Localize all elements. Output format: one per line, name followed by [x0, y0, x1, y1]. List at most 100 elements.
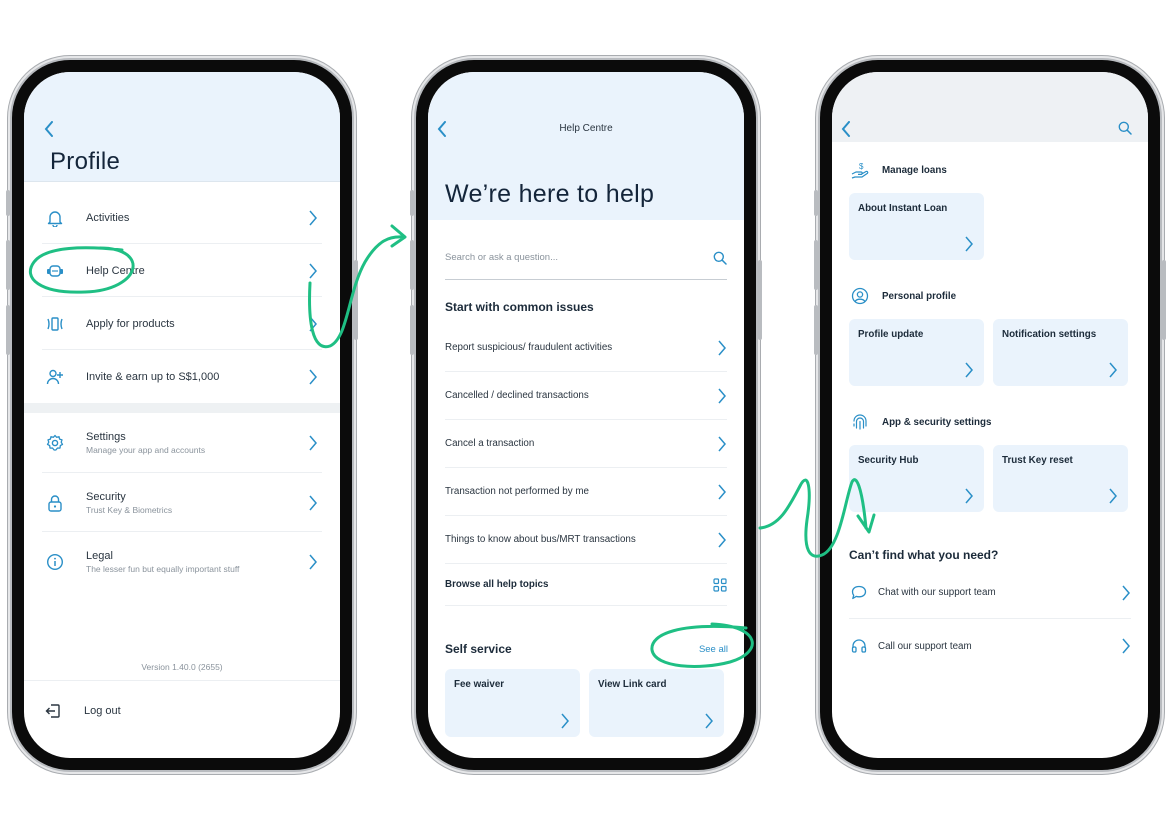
browse-all-topics-link[interactable]: Browse all help topics: [445, 564, 727, 606]
support-option-label: Call our support team: [878, 640, 972, 652]
hero-title: We’re here to help: [445, 180, 655, 208]
profile-header: Profile: [24, 72, 340, 182]
chevron-left-icon: [44, 121, 53, 137]
svg-text:$: $: [859, 162, 864, 171]
phone-side-button: [410, 240, 414, 290]
menu-item-sublabel: Manage your app and accounts: [86, 444, 206, 455]
issue-item[interactable]: Report suspicious/ fraudulent activities: [445, 324, 727, 372]
menu-item-invite-earn[interactable]: Invite & earn up to S$1,000: [42, 351, 322, 403]
page-title: Profile: [50, 148, 121, 175]
phone-side-button: [354, 260, 358, 340]
menu-item-apply-for-products[interactable]: Apply for products: [42, 298, 322, 350]
cant-find-heading: Can’t find what you need?: [849, 548, 999, 562]
card-notification-settings[interactable]: Notification settings: [993, 319, 1128, 386]
card-profile-update[interactable]: Profile update: [849, 319, 984, 386]
card-apply-icon: [44, 313, 66, 335]
phone-side-button: [410, 305, 414, 355]
see-all-link[interactable]: See all: [699, 644, 728, 655]
help-header: Help Centre We’re here to help: [428, 72, 744, 220]
menu-item-label: Security: [86, 490, 126, 503]
chevron-right-icon: [717, 436, 727, 452]
menu-item-label: Invite & earn up to S$1,000: [86, 371, 220, 383]
issue-label: Cancel a transaction: [445, 438, 535, 449]
grid-icon: [713, 577, 727, 592]
phone-side-button: [758, 260, 762, 340]
user-plus-icon: [44, 366, 66, 388]
issue-item[interactable]: Transaction not performed by me: [445, 468, 727, 516]
group-heading-app-security: App & security settings: [849, 411, 991, 433]
logout-icon: [42, 703, 64, 719]
search-button[interactable]: [1118, 121, 1132, 135]
menu-item-settings[interactable]: Settings Manage your app and accounts: [42, 413, 322, 473]
menu-item-sublabel: Trust Key & Biometrics: [86, 504, 173, 515]
fingerprint-icon: [849, 411, 871, 433]
menu-item-activities[interactable]: Activities: [42, 192, 322, 244]
menu-item-label: Activities: [86, 211, 130, 224]
self-service-screen: $ Manage loans About Instant Loan Person…: [832, 72, 1148, 758]
call-support-item[interactable]: Call our support team: [849, 620, 1131, 672]
self-service-card-fee-waiver[interactable]: Fee waiver: [445, 669, 580, 737]
logout-button[interactable]: Log out: [24, 680, 340, 740]
search-icon[interactable]: [713, 251, 727, 265]
card-title: Notification settings: [1002, 329, 1097, 340]
phone-side-button: [6, 190, 10, 216]
search-placeholder: Search or ask a question...: [445, 252, 559, 263]
chevron-right-icon: [308, 263, 318, 279]
chevron-right-icon: [308, 316, 318, 332]
phone-side-button: [1162, 260, 1166, 340]
phone-side-button: [814, 190, 818, 216]
card-about-instant-loan[interactable]: About Instant Loan: [849, 193, 984, 260]
search-icon: [1118, 121, 1132, 135]
help-search-input[interactable]: Search or ask a question...: [445, 236, 727, 280]
support-option-label: Chat with our support team: [878, 587, 996, 598]
chat-support-item[interactable]: Chat with our support team: [849, 567, 1131, 619]
headphones-icon: [849, 638, 869, 654]
common-issues-heading: Start with common issues: [445, 300, 594, 314]
user-circle-icon: [849, 285, 871, 307]
chevron-right-icon: [717, 340, 727, 356]
self-service-card-view-link-card[interactable]: View Link card: [589, 669, 724, 737]
browse-all-label: Browse all help topics: [445, 579, 549, 590]
card-security-hub[interactable]: Security Hub: [849, 445, 984, 512]
logout-label: Log out: [84, 704, 121, 717]
headset-chat-icon: [44, 260, 66, 282]
menu-item-label: Help Centre: [86, 264, 145, 277]
chevron-right-icon: [1108, 362, 1118, 378]
menu-item-label: Settings: [86, 430, 126, 443]
issue-item[interactable]: Cancelled / declined transactions: [445, 372, 727, 420]
chevron-right-icon: [704, 713, 714, 729]
phone-side-button: [814, 240, 818, 290]
issue-item[interactable]: Things to know about bus/MRT transaction…: [445, 516, 727, 564]
back-button[interactable]: [841, 121, 851, 137]
menu-item-legal[interactable]: Legal The lesser fun but equally importa…: [42, 533, 322, 591]
chat-bubble-icon: [849, 585, 869, 600]
phone-side-button: [814, 305, 818, 355]
chevron-left-icon: [841, 121, 850, 137]
nav-title: Help Centre: [559, 123, 613, 134]
section-divider: [24, 403, 340, 413]
card-trust-key-reset[interactable]: Trust Key reset: [993, 445, 1128, 512]
group-heading-label: App & security settings: [882, 416, 992, 428]
issue-label: Transaction not performed by me: [445, 486, 589, 497]
app-version: Version 1.40.0 (2655): [141, 662, 223, 672]
chevron-right-icon: [1121, 638, 1131, 654]
issue-label: Cancelled / declined transactions: [445, 390, 589, 401]
phone-side-button: [410, 190, 414, 216]
card-title: About Instant Loan: [858, 203, 948, 214]
menu-item-label: Legal: [86, 550, 113, 562]
self-service-header: [832, 72, 1148, 142]
back-button[interactable]: [44, 121, 54, 137]
phone-side-button: [6, 240, 10, 290]
card-title: View Link card: [598, 679, 667, 690]
chevron-right-icon: [308, 210, 318, 226]
profile-screen: Profile Activities Help Centre Apply for…: [24, 72, 340, 758]
bell-icon: [44, 207, 66, 229]
card-title: Security Hub: [858, 455, 919, 466]
menu-item-security[interactable]: Security Trust Key & Biometrics: [42, 474, 322, 532]
chevron-right-icon: [308, 554, 318, 570]
issue-item[interactable]: Cancel a transaction: [445, 420, 727, 468]
card-title: Trust Key reset: [1002, 455, 1073, 466]
menu-item-help-centre[interactable]: Help Centre: [42, 245, 322, 297]
chevron-right-icon: [964, 362, 974, 378]
chevron-right-icon: [308, 369, 318, 385]
